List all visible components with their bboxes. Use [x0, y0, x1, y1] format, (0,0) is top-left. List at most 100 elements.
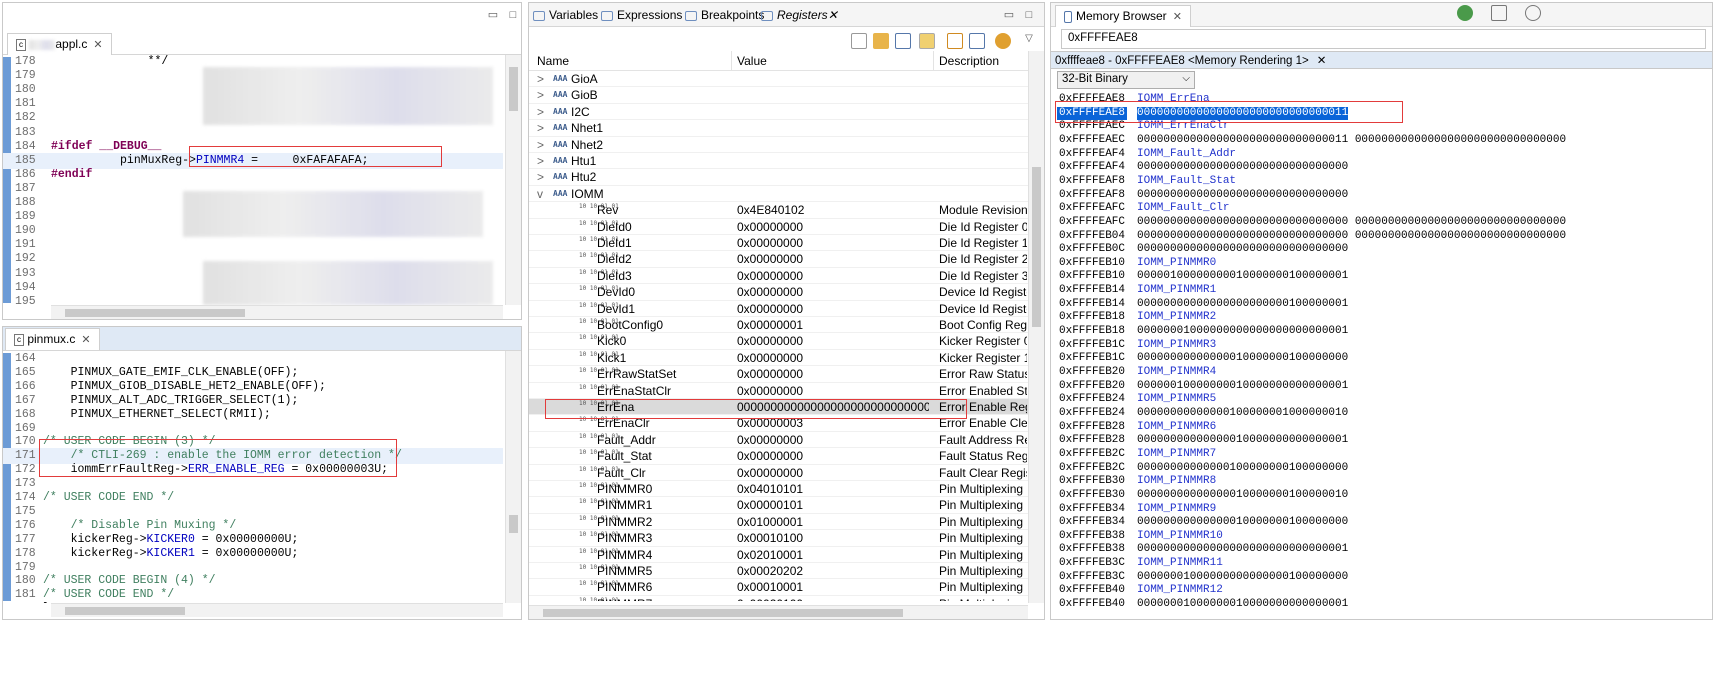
- tab-pinmux-c[interactable]: c pinmux.c ✕: [5, 328, 100, 350]
- register-value[interactable]: 0x01000001: [737, 514, 929, 530]
- minimize-icon[interactable]: ▭: [1003, 9, 1015, 21]
- chevron-right-icon[interactable]: >: [537, 120, 544, 136]
- register-value[interactable]: 0x00020202: [737, 563, 929, 579]
- chevron-right-icon[interactable]: >: [537, 71, 544, 87]
- horizontal-scrollbar[interactable]: [529, 605, 1028, 619]
- register-row[interactable]: > AAA Htu1: [529, 153, 1028, 170]
- register-row[interactable]: 10 10 01 01 DevId0 0x00000000 Device Id Reg…: [529, 284, 1028, 301]
- register-value[interactable]: 0x02010001: [737, 547, 929, 563]
- register-row[interactable]: 10 10 01 01 DevId1 0x00000000 Device Id Reg…: [529, 301, 1028, 317]
- horizontal-scrollbar[interactable]: [51, 603, 503, 617]
- address-input[interactable]: 0xFFFFEAE8: [1061, 29, 1706, 49]
- memory-row[interactable]: 0xFFFFEB14 IOMM_PINMMR1: [1051, 284, 1712, 298]
- register-row[interactable]: 10 10 01 01 Fault_Addr 0x00000000 Fault Add…: [529, 432, 1028, 449]
- memory-value[interactable]: 00000000000000010000000100000010: [1137, 489, 1348, 503]
- register-row[interactable]: 10 10 01 01 DieId0 0x00000000 Die Id Regist…: [529, 219, 1028, 235]
- memory-row[interactable]: 0xFFFFEB20 000000100000000100000000000000…: [1051, 380, 1712, 394]
- chevron-right-icon[interactable]: >: [537, 153, 544, 169]
- close-icon[interactable]: ✕: [93, 39, 102, 51]
- register-row[interactable]: > AAA Nhet1: [529, 120, 1028, 137]
- maximize-icon[interactable]: □: [507, 9, 519, 21]
- register-row[interactable]: 10 10 01 01 PINMMR1 0x00000101 Pin Multiple…: [529, 497, 1028, 514]
- minimize-icon[interactable]: ▭: [487, 9, 499, 21]
- close-icon[interactable]: ✕: [81, 334, 90, 346]
- register-value[interactable]: 0x00000000: [737, 383, 929, 399]
- memory-row[interactable]: 0xFFFFEB0C 000000000000000000000000000000…: [1051, 243, 1712, 257]
- memory-row[interactable]: 0xFFFFEB30 000000000000000100000001000000…: [1051, 489, 1712, 503]
- register-value[interactable]: 0x00000001: [737, 317, 929, 333]
- register-value[interactable]: 0x00020100: [737, 596, 929, 601]
- memory-row[interactable]: 0xFFFFEB38 000000000000000000000000000000…: [1051, 543, 1712, 557]
- collapse-icon[interactable]: [851, 33, 867, 49]
- go-icon[interactable]: [1457, 5, 1473, 21]
- memory-row[interactable]: 0xFFFFEB10 000001000000000100000001000000…: [1051, 270, 1712, 284]
- register-value[interactable]: 0x00010100: [737, 530, 929, 546]
- chevron-right-icon[interactable]: >: [537, 169, 544, 185]
- memory-value[interactable]: 00000000000000000000000000000000: [1137, 189, 1348, 203]
- memory-row[interactable]: 0xFFFFEB34 000000000000000100000001000000…: [1051, 516, 1712, 530]
- memory-value[interactable]: 00000001000000010000000000000001: [1137, 598, 1348, 612]
- memory-row[interactable]: 0xFFFFEB2C 000000000000001000000001000000…: [1051, 462, 1712, 476]
- refresh-icon[interactable]: [995, 33, 1011, 49]
- register-row[interactable]: > AAA I2C: [529, 104, 1028, 121]
- view-menu-icon[interactable]: ▽: [1021, 33, 1037, 49]
- new-tab-icon[interactable]: [1491, 5, 1507, 21]
- horizontal-scrollbar[interactable]: [51, 305, 503, 319]
- add-register-icon[interactable]: [873, 33, 889, 49]
- register-value[interactable]: 0x00000000: [737, 284, 929, 300]
- close-icon[interactable]: ✕: [828, 8, 838, 22]
- register-value[interactable]: 0x00000000: [737, 301, 929, 317]
- memory-value[interactable]: 00000000000000100000000100000000: [1137, 462, 1348, 476]
- register-value[interactable]: 0x00000000: [737, 350, 929, 366]
- register-value[interactable]: 0x00000000: [737, 235, 929, 251]
- memory-row[interactable]: 0xFFFFEAF8 000000000000000000000000000000…: [1051, 189, 1712, 203]
- tab-breakpoints[interactable]: Breakpoints: [685, 8, 764, 22]
- register-value[interactable]: 0x00000101: [737, 497, 929, 513]
- memory-value[interactable]: 00000000000000010000000000000001: [1137, 434, 1348, 448]
- memory-row[interactable]: 0xFFFFEB3C 000000010000000000000001000000…: [1051, 571, 1712, 585]
- memory-row[interactable]: 0xFFFFEB40 000000010000000100000000000000…: [1051, 598, 1712, 612]
- memory-row[interactable]: 0xFFFFEAF4 000000000000000000000000000000…: [1051, 161, 1712, 175]
- register-row[interactable]: 10 10 01 01 ErrEnaStatClr 0x00000000 Error …: [529, 383, 1028, 399]
- memory-value[interactable]: 00000000000000000000000000000000: [1137, 161, 1348, 175]
- memory-row[interactable]: 0xFFFFEB18 IOMM_PINMMR2: [1051, 311, 1712, 325]
- register-row[interactable]: > AAA Nhet2: [529, 137, 1028, 153]
- register-row[interactable]: 10 10 01 01 Fault_Clr 0x00000000 Fault Clea…: [529, 465, 1028, 481]
- register-value[interactable]: 0x00000000: [737, 333, 929, 349]
- memory-value[interactable]: 00000010000000010000000000000001: [1137, 380, 1348, 394]
- memory-value[interactable]: 00000000000000000000000100000001: [1137, 298, 1348, 312]
- memory-row[interactable]: 0xFFFFEB2C IOMM_PINMMR7: [1051, 448, 1712, 462]
- memory-row[interactable]: 0xFFFFEB24 IOMM_PINMMR5: [1051, 393, 1712, 407]
- tab-appl-c[interactable]: c appl.c ✕: [7, 33, 112, 55]
- memory-row[interactable]: 0xFFFFEB38 IOMM_PINMMR10: [1051, 530, 1712, 544]
- chevron-down-icon[interactable]: v: [537, 186, 543, 202]
- memory-value[interactable]: 00000000000000010000000100000000: [1137, 352, 1348, 366]
- register-row[interactable]: > AAA Htu2: [529, 169, 1028, 186]
- memory-value[interactable]: 00000000000000000000000000000000: [1137, 243, 1348, 257]
- register-value[interactable]: 0x00000000: [737, 432, 929, 448]
- memory-row[interactable]: 0xFFFFEAF4 IOMM_Fault_Addr: [1051, 148, 1712, 162]
- memory-value[interactable]: 00000000000000000000000000000011 0000000…: [1137, 134, 1566, 148]
- vertical-scrollbar[interactable]: [505, 351, 521, 603]
- register-value[interactable]: 0x00000000: [737, 448, 929, 464]
- rendering-tab[interactable]: 0xffffeae8 - 0xFFFFEAE8 <Memory Renderin…: [1055, 53, 1326, 67]
- register-row[interactable]: 10 10 01 01 BootConfig0 0x00000001 Boot Con…: [529, 317, 1028, 334]
- memory-row[interactable]: 0xFFFFEAFC IOMM_Fault_Clr: [1051, 202, 1712, 216]
- register-row[interactable]: 10 10 01 01 Kick0 0x00000000 Kicker Registe…: [529, 333, 1028, 350]
- close-icon[interactable]: ✕: [1317, 55, 1327, 67]
- memory-value[interactable]: 00000000000000000000000000000001: [1137, 543, 1348, 557]
- memory-row[interactable]: 0xFFFFEB34 IOMM_PINMMR9: [1051, 503, 1712, 517]
- register-row[interactable]: > AAA GioB: [529, 87, 1028, 104]
- memory-row[interactable]: 0xFFFFEB04 000000000000000000000000000000…: [1051, 230, 1712, 244]
- new-group-icon[interactable]: [947, 33, 963, 49]
- register-row[interactable]: v AAA IOMM: [529, 186, 1028, 203]
- memory-row[interactable]: 0xFFFFEB14 000000000000000000000001000000…: [1051, 298, 1712, 312]
- register-value[interactable]: 0x00000000: [737, 465, 929, 481]
- memory-value[interactable]: 00000100000000010000000100000001: [1137, 270, 1348, 284]
- register-value[interactable]: 0x00000000: [737, 366, 929, 382]
- tab-memory-browser[interactable]: Memory Browser ✕: [1055, 5, 1191, 27]
- memory-row[interactable]: 0xFFFFEB10 IOMM_PINMMR0: [1051, 257, 1712, 271]
- layout-icon[interactable]: [895, 33, 911, 49]
- maximize-icon[interactable]: □: [1023, 9, 1035, 21]
- register-value[interactable]: 0x00010001: [737, 579, 929, 595]
